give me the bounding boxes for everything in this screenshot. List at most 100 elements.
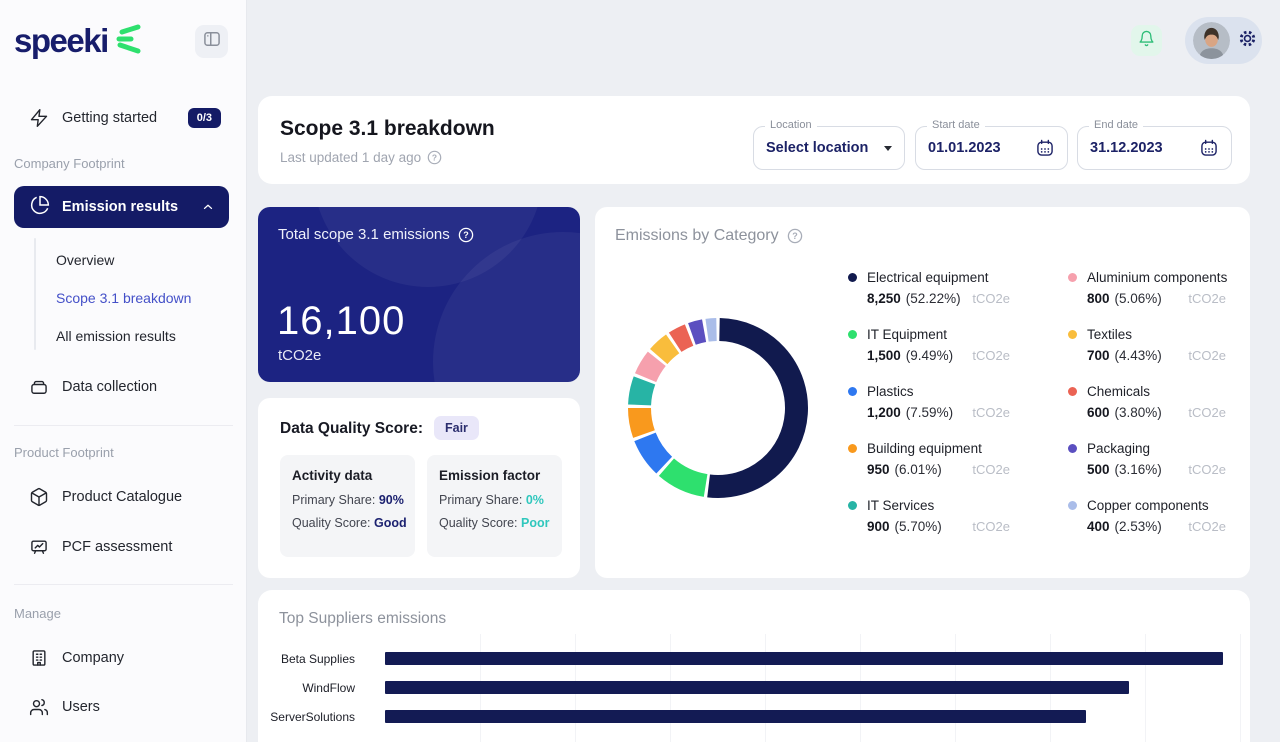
legend-dot [1068, 387, 1077, 396]
end-date-field[interactable]: End date 31.12.2023 [1077, 126, 1232, 170]
emissions-donut-chart [618, 308, 818, 508]
sidebar-toggle-button[interactable] [195, 25, 228, 58]
bell-icon [1138, 30, 1155, 52]
help-icon[interactable]: ? [427, 150, 442, 165]
svg-text:?: ? [432, 152, 437, 162]
legend-column-left: Electrical equipment 8,250(52.22%)tCO2e … [848, 270, 1010, 539]
last-updated-text: Last updated 1 day ago [280, 150, 421, 165]
sidebar-item-getting-started[interactable]: Getting started 0/3 [14, 100, 229, 136]
notifications-button[interactable] [1131, 25, 1162, 56]
start-date-label: Start date [927, 119, 985, 131]
chevron-up-icon [201, 200, 215, 214]
legend-percent: (3.16%) [1115, 462, 1162, 477]
users-label: Users [62, 699, 100, 715]
sidebar-subitem-overview[interactable]: Overview [56, 245, 226, 275]
sidebar-subitem-scope-31-breakdown[interactable]: Scope 3.1 breakdown [56, 283, 226, 313]
quality-score-badge: Fair [434, 416, 479, 440]
sidebar-item-data-collection[interactable]: Data collection [14, 369, 229, 405]
legend-percent: (52.22%) [906, 291, 961, 306]
legend-item: Building equipment 950(6.01%)tCO2e [848, 441, 1010, 482]
legend-item: IT Services 900(5.70%)tCO2e [848, 498, 1010, 539]
quality-score-label: Quality Score: [439, 516, 518, 530]
legend-item: Chemicals 600(3.80%)tCO2e [1068, 384, 1226, 425]
pie-chart-icon [30, 195, 50, 219]
bar [385, 710, 1086, 723]
total-emissions-value: 16,100 [277, 299, 405, 344]
data-quality-title: Data Quality Score: [280, 420, 423, 438]
sidebar-item-users[interactable]: Users [14, 689, 229, 725]
legend-dot [848, 501, 857, 510]
legend-dot [1068, 330, 1077, 339]
section-product-footprint: Product Footprint [14, 445, 114, 460]
legend-percent: (3.80%) [1115, 405, 1162, 420]
svg-text:?: ? [463, 230, 469, 240]
section-company-footprint: Company Footprint [14, 156, 125, 171]
legend-unit: tCO2e [972, 405, 1010, 420]
legend-label: Textiles [1087, 327, 1132, 342]
legend-item: Packaging 500(3.16%)tCO2e [1068, 441, 1226, 482]
sidebar-divider [14, 584, 233, 585]
legend-label: Plastics [867, 384, 914, 399]
location-select[interactable]: Location Select location [753, 126, 905, 170]
bar-category-label: ServerSolutions [258, 710, 355, 724]
emissions-by-category-title: Emissions by Category ? [615, 227, 803, 245]
bar-category-label: WindFlow [258, 681, 355, 695]
help-icon[interactable]: ? [458, 227, 474, 243]
calendar-icon[interactable] [1199, 138, 1219, 158]
settings-gear-icon[interactable] [1236, 27, 1259, 55]
legend-value: 800 [1087, 291, 1110, 306]
total-emissions-card: Total scope 3.1 emissions ? 16,100 tCO2e [258, 207, 580, 382]
bar-row: Beta Supplies [258, 644, 1250, 673]
location-value: Select location [766, 140, 868, 156]
legend-dot [848, 387, 857, 396]
legend-value: 900 [867, 519, 890, 534]
sidebar-item-emission-results[interactable]: Emission results [14, 186, 229, 228]
legend-column-right: Aluminium components 800(5.06%)tCO2e Tex… [1068, 270, 1226, 539]
speeki-logo-icon [114, 22, 144, 61]
start-date-field[interactable]: Start date 01.01.2023 [915, 126, 1068, 170]
total-emissions-title-text: Total scope 3.1 emissions [278, 226, 450, 243]
sidebar-subitem-all-emission-results[interactable]: All emission results [56, 321, 226, 351]
getting-started-progress-badge: 0/3 [188, 108, 221, 128]
svg-text:?: ? [792, 231, 798, 241]
data-collection-icon [28, 376, 50, 398]
help-icon[interactable]: ? [787, 228, 803, 244]
location-label: Location [765, 119, 817, 131]
chevron-down-icon [884, 146, 892, 151]
logo-text: speeki [14, 22, 108, 60]
primary-share-value: 0% [526, 493, 544, 507]
legend-value: 700 [1087, 348, 1110, 363]
legend-value: 1,200 [867, 405, 901, 420]
end-date-value: 31.12.2023 [1090, 140, 1163, 156]
emission-factor-title: Emission factor [439, 468, 550, 483]
bar-track [385, 644, 1240, 673]
calendar-icon[interactable] [1035, 138, 1055, 158]
total-emissions-unit: tCO2e [278, 347, 321, 364]
legend-unit: tCO2e [972, 291, 1010, 306]
legend-item: Copper components 400(2.53%)tCO2e [1068, 498, 1226, 539]
legend-unit: tCO2e [1188, 405, 1226, 420]
product-catalogue-label: Product Catalogue [62, 489, 182, 505]
legend-unit: tCO2e [972, 348, 1010, 363]
emissions-by-category-title-text: Emissions by Category [615, 227, 779, 245]
assessment-board-icon [28, 536, 50, 558]
emission-results-label: Emission results [62, 199, 178, 215]
legend-unit: tCO2e [1188, 291, 1226, 306]
legend-label: IT Equipment [867, 327, 947, 342]
logo[interactable]: speeki [14, 20, 144, 61]
user-menu[interactable] [1185, 17, 1262, 64]
legend-dot [1068, 273, 1077, 282]
avatar[interactable] [1193, 22, 1230, 59]
legend-item: Aluminium components 800(5.06%)tCO2e [1068, 270, 1226, 311]
start-date-value: 01.01.2023 [928, 140, 1001, 156]
bar-category-label: Beta Supplies [258, 652, 355, 666]
sidebar-item-product-catalogue[interactable]: Product Catalogue [14, 479, 229, 515]
panel-toggle-icon [202, 29, 222, 54]
emission-factor-quality-score: Quality Score: Poor [439, 516, 550, 530]
emissions-by-category-card: Emissions by Category ? Electrical equip… [595, 207, 1250, 578]
bar-row: ServerSolutions [258, 702, 1250, 731]
sidebar-item-pcf-assessment[interactable]: PCF assessment [14, 529, 229, 565]
page-header-card: Scope 3.1 breakdown Last updated 1 day a… [258, 96, 1250, 184]
sidebar-item-company[interactable]: Company [14, 640, 229, 676]
page-title: Scope 3.1 breakdown [280, 117, 495, 141]
